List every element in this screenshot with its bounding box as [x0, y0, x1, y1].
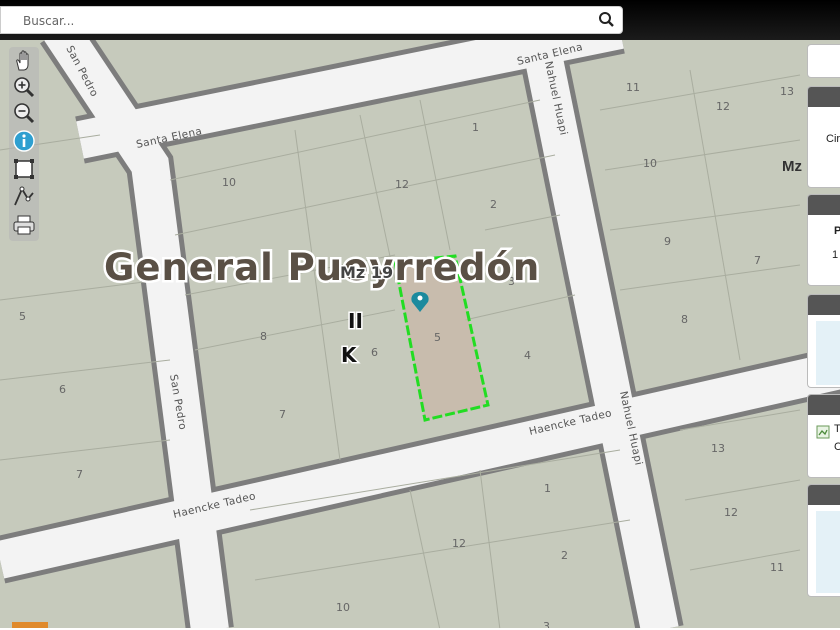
panel-card-header [808, 195, 840, 215]
search-icon [599, 12, 614, 27]
lot-number: 5 [19, 310, 26, 323]
panel-card[interactable]: T C [807, 394, 840, 478]
zoom-in-icon [14, 77, 35, 98]
map-toolbar [9, 47, 39, 241]
lot-number: 12 [452, 537, 466, 550]
map-canvas[interactable]: Santa Elena Santa Elena San Pedro San Pe… [0, 40, 840, 630]
zoom-out-icon [14, 103, 35, 124]
lot-number: 2 [561, 549, 568, 562]
panel-card[interactable] [807, 294, 840, 388]
lot-number: 10 [222, 176, 236, 189]
info-side-panel: Cir P 1 T C [807, 44, 840, 599]
search-box [0, 6, 623, 34]
panel-card[interactable]: P 1 [807, 194, 840, 286]
top-bar [0, 0, 840, 40]
lot-number: 10 [643, 157, 657, 170]
panel-card-header [808, 295, 840, 315]
search-input[interactable] [21, 10, 585, 32]
lot-number: 11 [770, 561, 784, 574]
lot-number: 7 [754, 254, 761, 267]
lot-number: 7 [279, 408, 286, 421]
panel-text: P [834, 225, 840, 237]
pan-tool[interactable] [12, 49, 36, 73]
lot-number: 1 [472, 121, 479, 134]
panel-card-header [808, 87, 840, 107]
manzana-side-label: Mz [782, 158, 802, 175]
panel-text: 1 [832, 249, 839, 261]
zoom-out-tool[interactable] [12, 101, 36, 125]
panel-text: C [834, 441, 840, 453]
panel-text: T [834, 423, 840, 435]
info-tool[interactable] [12, 129, 36, 153]
select-area-tool[interactable] [12, 157, 36, 181]
measure-icon [14, 186, 34, 206]
select-box-icon [14, 159, 34, 179]
panel-card[interactable] [807, 44, 840, 78]
panel-card-body [808, 45, 840, 77]
measure-tool[interactable] [12, 185, 36, 209]
lot-number: 13 [711, 442, 725, 455]
manzana-label: Mz 19 [340, 263, 393, 282]
lot-number: 9 [664, 235, 671, 248]
info-icon [13, 130, 35, 152]
lot-number: 4 [524, 349, 531, 362]
panel-card-content [816, 321, 840, 385]
lot-number: 1 [544, 482, 551, 495]
lot-number: 6 [59, 383, 66, 396]
search-button[interactable] [596, 10, 618, 30]
lot-number: 12 [716, 100, 730, 113]
lot-number: 5 [434, 331, 441, 344]
lot-number: 2 [490, 198, 497, 211]
lot-number: 11 [626, 81, 640, 94]
panel-card-header [808, 395, 840, 415]
zoom-in-tool[interactable] [12, 75, 36, 99]
lot-number: 12 [395, 178, 409, 191]
lot-number: 8 [681, 313, 688, 326]
zone-label: II [348, 309, 363, 333]
print-tool[interactable] [12, 213, 36, 237]
lot-number: 7 [76, 468, 83, 481]
city-label: General Pueyrredón [104, 246, 540, 289]
map-view[interactable]: Santa Elena Santa Elena San Pedro San Pe… [0, 40, 840, 630]
lot-number: 12 [724, 506, 738, 519]
document-icon[interactable] [816, 425, 830, 439]
lot-number: 13 [780, 85, 794, 98]
lot-number: 10 [336, 601, 350, 614]
lot-number: 8 [260, 330, 267, 343]
panel-text: Cir [826, 133, 840, 145]
panel-card[interactable]: Cir [807, 86, 840, 188]
printer-icon [13, 215, 35, 235]
lot-number: 6 [371, 346, 378, 359]
zone-label: K [341, 343, 358, 367]
panel-card-content [816, 511, 840, 593]
panel-card-header [808, 485, 840, 505]
panel-card[interactable] [807, 484, 840, 597]
hand-icon [16, 50, 29, 71]
